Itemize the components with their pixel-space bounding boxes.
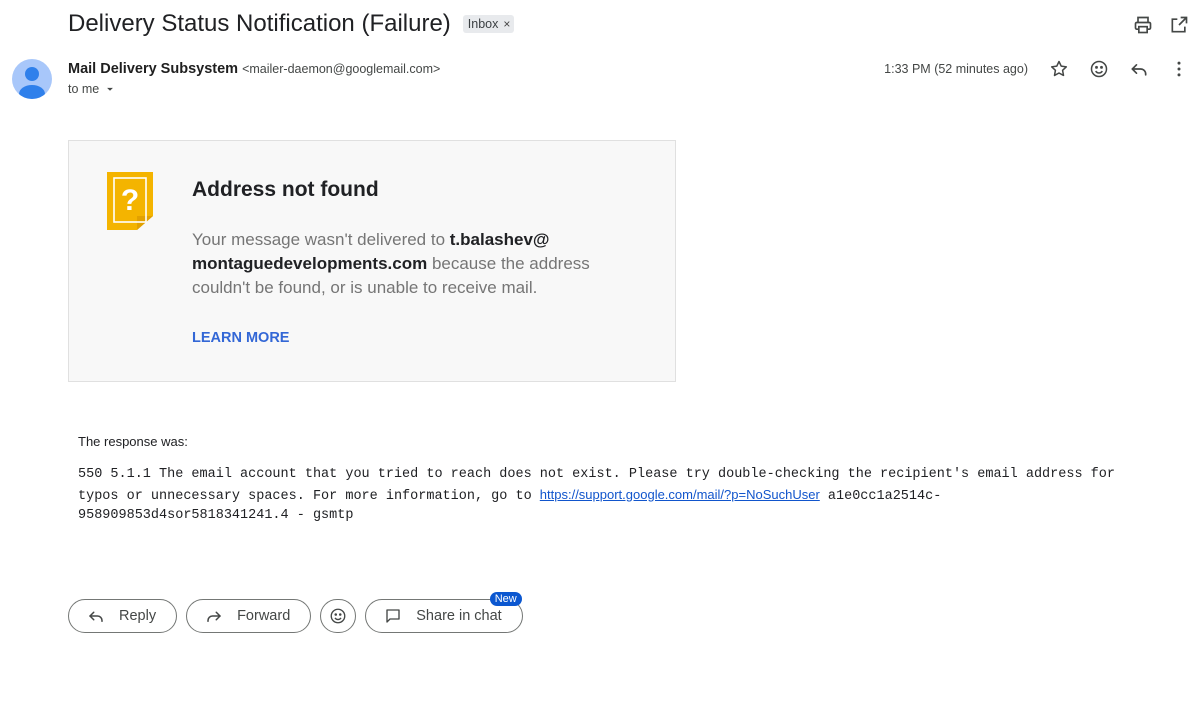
print-icon[interactable]: [1132, 14, 1154, 36]
response-code: 550 5.1.1 The email account that you tri…: [78, 465, 1148, 526]
reply-icon[interactable]: [1128, 58, 1150, 80]
sender-name[interactable]: Mail Delivery Subsystem: [68, 61, 238, 77]
email-subject: Delivery Status Notification (Failure): [68, 10, 451, 37]
forward-button[interactable]: Forward: [186, 599, 312, 633]
star-icon[interactable]: [1048, 58, 1070, 80]
emoji-reaction-icon[interactable]: [1088, 58, 1110, 80]
label-chip-text: Inbox: [467, 17, 499, 31]
card-message: Your message wasn't delivered to t.balas…: [192, 228, 652, 300]
question-document-icon: ?: [107, 172, 153, 230]
message-actions: Reply Forward Share in chat New: [68, 592, 523, 633]
sender-avatar[interactable]: [12, 59, 52, 99]
reply-label: Reply: [119, 608, 157, 624]
message-meta: 1:33 PM (52 minutes ago): [884, 58, 1190, 80]
chat-bubble-icon: [386, 609, 400, 623]
sender-email: <mailer-daemon@googlemail.com>: [242, 62, 441, 76]
response-label: The response was:: [78, 434, 188, 449]
support-link[interactable]: https://support.google.com/mail/?p=NoSuc…: [540, 487, 820, 502]
forward-arrow-icon: [207, 611, 221, 622]
emoji-button[interactable]: [320, 599, 357, 633]
label-chip-inbox[interactable]: Inbox ×: [462, 15, 515, 33]
subject-row: Delivery Status Notification (Failure) I…: [68, 10, 515, 38]
recipient-details-toggle[interactable]: to me: [68, 82, 117, 96]
share-in-chat-button[interactable]: Share in chat New: [365, 592, 523, 633]
new-badge: New: [489, 592, 522, 606]
learn-more-link[interactable]: LEARN MORE: [192, 330, 289, 346]
remove-label-icon[interactable]: ×: [503, 17, 510, 31]
reply-button[interactable]: Reply: [68, 599, 178, 633]
top-toolbar: [1132, 14, 1190, 36]
message-prefix: Your message wasn't delivered to: [192, 230, 450, 249]
chevron-down-icon: [107, 87, 114, 91]
question-mark-glyph: ?: [121, 184, 139, 217]
open-in-new-window-icon[interactable]: [1168, 14, 1190, 36]
emoji-icon: [330, 608, 346, 624]
forward-label: Forward: [237, 608, 291, 624]
bounce-card: ? Address not found Your message wasn't …: [68, 140, 676, 382]
reply-arrow-icon: [89, 611, 103, 622]
card-title: Address not found: [192, 178, 379, 201]
sender-line: Mail Delivery Subsystem <mailer-daemon@g…: [68, 61, 440, 77]
timestamp: 1:33 PM (52 minutes ago): [884, 62, 1028, 76]
more-options-icon[interactable]: [1168, 58, 1190, 80]
to-me-label: to me: [68, 82, 100, 96]
share-label: Share in chat: [416, 608, 502, 624]
